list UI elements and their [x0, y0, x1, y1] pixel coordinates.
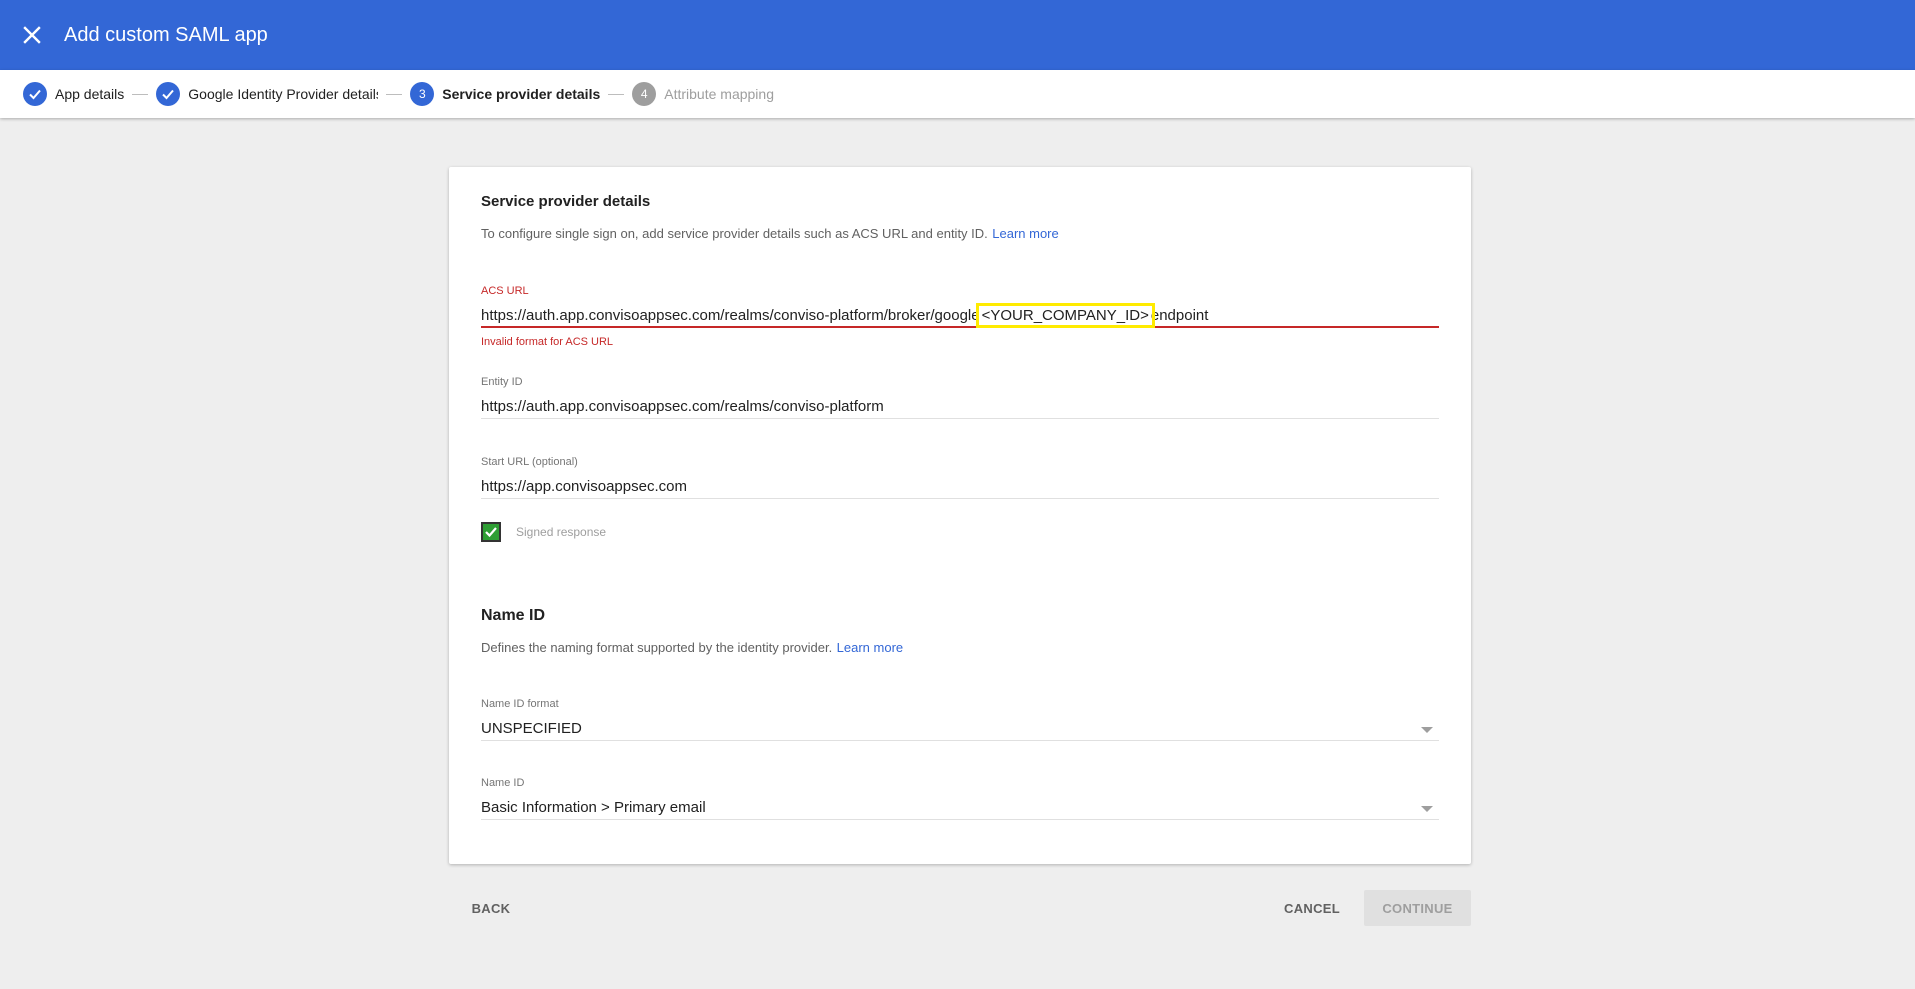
start-url-label: Start URL (optional) — [481, 456, 578, 468]
step-label: App details — [55, 86, 125, 102]
name-id-field[interactable]: Name ID Basic Information > Primary emai… — [481, 777, 1439, 820]
name-id-format-field[interactable]: Name ID format UNSPECIFIED — [481, 698, 1439, 741]
company-id-placeholder: <YOUR_COMPANY_ID> — [975, 303, 1155, 328]
step-done-check-icon — [156, 82, 181, 106]
stepper: App details Google Identity Provider det… — [0, 70, 1915, 118]
entity-id-label: Entity ID — [481, 376, 523, 388]
name-id-label: Name ID — [481, 777, 525, 789]
dropdown-arrow-icon — [1421, 806, 1433, 812]
acs-url-field[interactable]: ACS URL https://auth.app.convisoappsec.c… — [481, 285, 1439, 348]
step-number: 3 — [410, 82, 435, 106]
dropdown-arrow-icon — [1421, 727, 1433, 733]
step-service-provider-details[interactable]: 3 Service provider details — [410, 82, 600, 106]
step-number: 4 — [632, 82, 657, 106]
service-provider-description: To configure single sign on, add service… — [481, 226, 1059, 241]
step-separator — [386, 93, 403, 95]
start-url-input[interactable]: https://app.convisoappsec.com — [481, 475, 1439, 499]
signed-response-label: Signed response — [516, 525, 607, 539]
service-provider-section-title: Service provider details — [481, 193, 651, 210]
checkmark-icon — [485, 527, 497, 538]
signed-response-checkbox[interactable] — [481, 522, 501, 542]
close-button[interactable] — [17, 20, 47, 50]
name-id-format-select[interactable]: UNSPECIFIED — [481, 717, 1439, 741]
page-title: Add custom SAML app — [64, 23, 268, 46]
start-url-field[interactable]: Start URL (optional) https://app.conviso… — [481, 456, 1439, 499]
name-id-format-value: UNSPECIFIED — [481, 720, 582, 737]
step-done-check-icon — [23, 82, 47, 106]
app-header: Add custom SAML app — [0, 0, 1915, 70]
acs-url-value-prefix: https://auth.app.convisoappsec.com/realm… — [481, 307, 980, 324]
step-label: Attribute mapping — [664, 86, 774, 102]
entity-id-field[interactable]: Entity ID https://auth.app.convisoappsec… — [481, 376, 1439, 419]
step-label: Service provider details — [442, 86, 601, 102]
name-id-value: Basic Information > Primary email — [481, 799, 706, 816]
acs-url-value-suffix: endpoint — [1150, 307, 1209, 324]
name-id-description: Defines the naming format supported by t… — [481, 640, 904, 655]
learn-more-link[interactable]: Learn more — [992, 226, 1058, 241]
close-icon — [23, 26, 41, 44]
service-provider-card: Service provider details To configure si… — [449, 167, 1471, 864]
entity-id-input[interactable]: https://auth.app.convisoappsec.com/realm… — [481, 395, 1439, 419]
name-id-section-title: Name ID — [481, 607, 546, 624]
acs-url-error: Invalid format for ACS URL — [481, 336, 614, 348]
name-id-format-label: Name ID format — [481, 698, 559, 710]
continue-button[interactable]: CONTINUE — [1364, 890, 1471, 926]
cancel-button[interactable]: CANCEL — [1277, 890, 1347, 926]
name-id-select[interactable]: Basic Information > Primary email — [481, 796, 1439, 820]
signed-response-row: Signed response — [481, 522, 606, 542]
acs-url-label: ACS URL — [481, 285, 529, 297]
step-app-details[interactable]: App details — [23, 82, 124, 106]
step-separator — [132, 93, 149, 95]
back-button[interactable]: BACK — [461, 890, 521, 926]
step-attribute-mapping[interactable]: 4 Attribute mapping — [632, 82, 774, 106]
learn-more-link[interactable]: Learn more — [837, 640, 903, 655]
step-label: Google Identity Provider details — [188, 86, 379, 102]
step-google-idp-details[interactable]: Google Identity Provider details — [156, 82, 378, 106]
step-separator — [608, 93, 625, 95]
acs-url-input[interactable]: https://auth.app.convisoappsec.com/realm… — [481, 303, 1439, 328]
